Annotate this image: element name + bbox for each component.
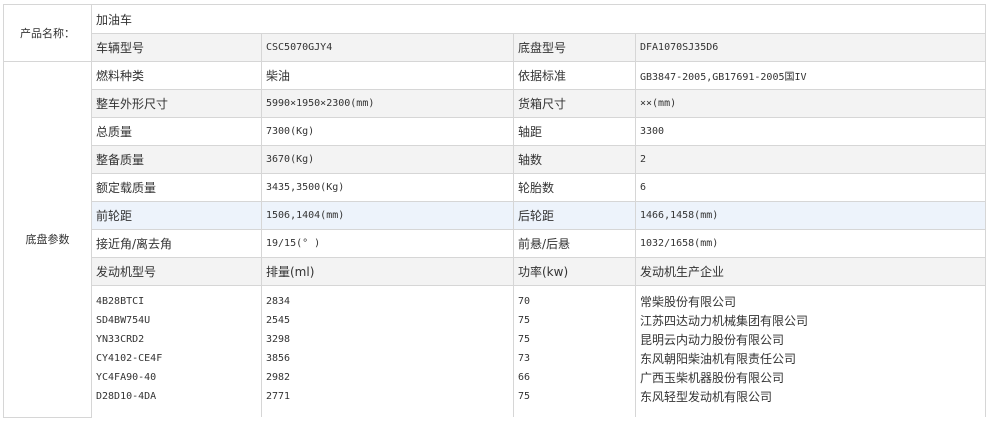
engine-spacer (634, 406, 987, 417)
param-value: 19/15(° ) (261, 229, 514, 258)
engine-power: 70 (513, 285, 636, 311)
engine-model: YN33CRD2 (91, 330, 262, 349)
engine-displacement: 3856 (261, 349, 514, 368)
param-label: 前轮距 (91, 201, 262, 230)
engine-model: YC4FA90-40 (91, 368, 262, 387)
param-value: 1466,1458(mm) (634, 201, 987, 230)
param-label: 依据标准 (513, 61, 636, 90)
engine-spacer (261, 406, 514, 417)
engine-power: 75 (513, 330, 636, 349)
engine-model: SD4BW754U (91, 311, 262, 330)
param-value: 1506,1404(mm) (261, 201, 514, 230)
engine-power: 75 (513, 387, 636, 406)
chassis-params-label: 底盘参数 (3, 61, 92, 418)
engine-power: 73 (513, 349, 636, 368)
engine-model: D28D10-4DA (91, 387, 262, 406)
engine-power-header: 功率(kw) (513, 257, 636, 286)
chassis-model-label: 底盘型号 (513, 33, 636, 62)
engine-maker: 东风轻型发动机有限公司 (634, 387, 987, 406)
param-value: 3300 (634, 117, 987, 146)
engine-maker-header: 发动机生产企业 (634, 257, 987, 286)
engine-displacement: 2771 (261, 387, 514, 406)
engine-model: 4B28BTCI (91, 285, 262, 311)
engine-displacement: 2834 (261, 285, 514, 311)
param-label: 总质量 (91, 117, 262, 146)
engine-maker: 广西玉柴机器股份有限公司 (634, 368, 987, 387)
param-value: 7300(Kg) (261, 117, 514, 146)
engine-maker: 江苏四达动力机械集团有限公司 (634, 311, 987, 330)
product-name-value: 加油车 (90, 4, 987, 34)
param-value: 3670(Kg) (261, 145, 514, 174)
chassis-model-value: DFA1070SJ35D6 (634, 33, 987, 62)
engine-model: CY4102-CE4F (91, 349, 262, 368)
param-label: 整备质量 (91, 145, 262, 174)
engine-displacement: 2545 (261, 311, 514, 330)
param-label: 额定载质量 (91, 173, 262, 202)
param-value: ××(mm) (634, 89, 987, 118)
param-label: 后轮距 (513, 201, 636, 230)
engine-spacer (513, 406, 636, 417)
param-value: 5990×1950×2300(mm) (261, 89, 514, 118)
param-label: 整车外形尺寸 (91, 89, 262, 118)
vehicle-model-label: 车辆型号 (91, 33, 262, 62)
param-label: 货箱尺寸 (513, 89, 636, 118)
param-label: 前悬/后悬 (513, 229, 636, 258)
param-label: 轴数 (513, 145, 636, 174)
engine-displacement-header: 排量(ml) (261, 257, 514, 286)
param-value: 3435,3500(Kg) (261, 173, 514, 202)
engine-power: 75 (513, 311, 636, 330)
product-name-label: 产品名称： (3, 4, 92, 62)
param-label: 燃料种类 (91, 61, 262, 90)
vehicle-spec-table: 产品名称： 加油车 车辆型号 CSC5070GJY4 底盘型号 DFA1070S… (3, 4, 987, 418)
engine-power: 66 (513, 368, 636, 387)
param-label: 接近角/离去角 (91, 229, 262, 258)
engine-model-header: 发动机型号 (91, 257, 262, 286)
param-value: 6 (634, 173, 987, 202)
param-value: 2 (634, 145, 987, 174)
param-value: GB3847-2005,GB17691-2005国IV (634, 61, 987, 90)
param-label: 轴距 (513, 117, 636, 146)
engine-maker: 常柴股份有限公司 (634, 285, 987, 311)
param-value: 1032/1658(mm) (634, 229, 987, 258)
param-label: 轮胎数 (513, 173, 636, 202)
vehicle-model-value: CSC5070GJY4 (261, 33, 514, 62)
engine-maker: 昆明云内动力股份有限公司 (634, 330, 987, 349)
engine-spacer (91, 406, 262, 417)
param-value: 柴油 (261, 61, 514, 90)
engine-maker: 东风朝阳柴油机有限责任公司 (634, 349, 987, 368)
engine-displacement: 2982 (261, 368, 514, 387)
engine-displacement: 3298 (261, 330, 514, 349)
